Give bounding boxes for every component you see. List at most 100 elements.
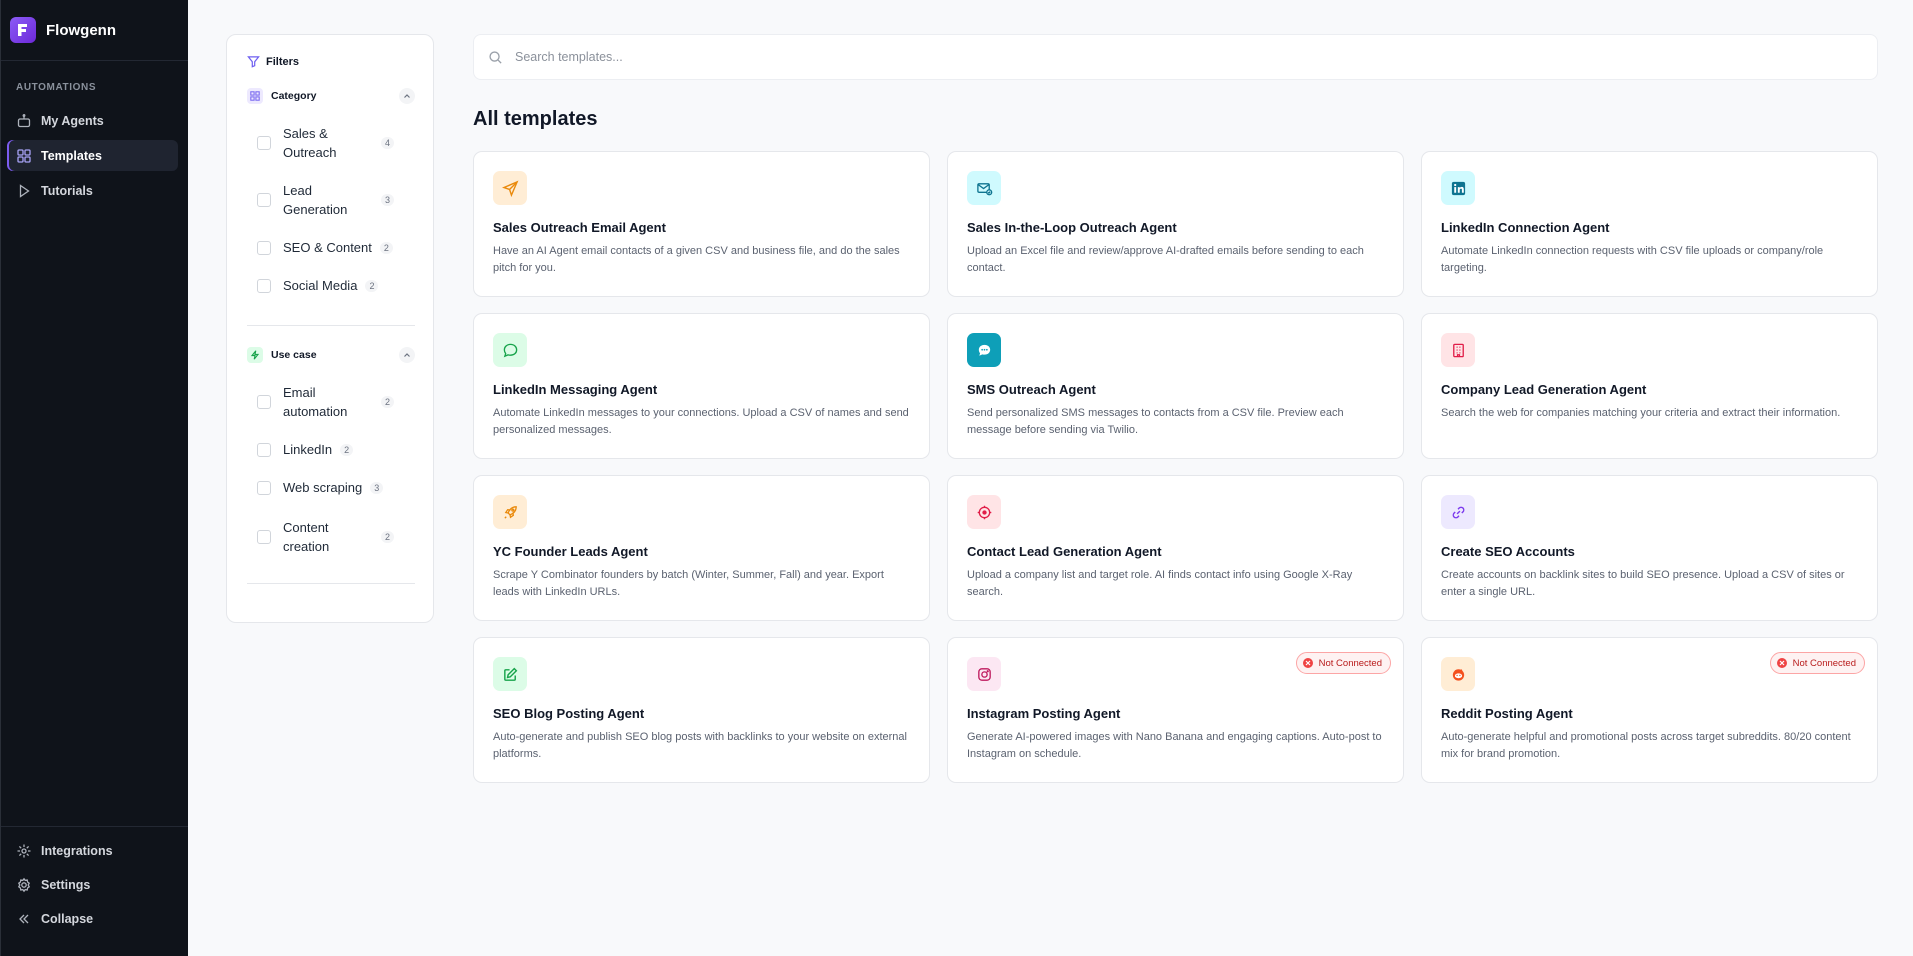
sidebar-item-label: Tutorials (41, 183, 93, 198)
template-card-company-lead-generation[interactable]: Company Lead Generation Agent Search the… (1421, 313, 1878, 459)
filter-option-email-automation[interactable]: Email automation 2 (257, 383, 417, 421)
template-title: Contact Lead Generation Agent (967, 544, 1162, 559)
template-description: Have an AI Agent email contacts of a giv… (493, 245, 900, 274)
robot-icon (17, 113, 31, 127)
template-card-contact-lead-generation[interactable]: Contact Lead Generation Agent Upload a c… (947, 475, 1404, 621)
filter-option-label: Content creation (283, 520, 330, 554)
filter-option-label: Sales & Outreach (283, 126, 337, 160)
sidebar-item-my-agents[interactable]: My Agents (7, 105, 178, 136)
x-circle-icon (1302, 658, 1313, 668)
template-card-linkedin-messaging[interactable]: LinkedIn Messaging Agent Automate Linked… (473, 313, 930, 459)
filter-option-social-media[interactable]: Social Media 2 (257, 276, 417, 295)
message-icon (493, 333, 527, 367)
divider (247, 325, 415, 326)
template-card-seo-blog-posting[interactable]: SEO Blog Posting Agent Auto-generate and… (473, 637, 930, 783)
template-description: Upload an Excel file and review/approve … (967, 245, 1364, 274)
template-title: Sales Outreach Email Agent (493, 220, 666, 235)
template-title: Create SEO Accounts (1441, 544, 1575, 559)
checkbox[interactable] (257, 240, 271, 255)
sidebar-item-label: Collapse (41, 911, 94, 926)
checkbox[interactable] (257, 395, 271, 409)
filter-option-label: LinkedIn (283, 442, 333, 457)
template-description: Scrape Y Combinator founders by batch (W… (493, 569, 884, 598)
brand[interactable]: Flowgenn (1, 0, 188, 61)
link-icon (1441, 495, 1475, 529)
use-case-group-header[interactable]: Use case (247, 347, 415, 363)
sidebar-item-label: My Agents (41, 113, 104, 128)
filter-option-web-scraping[interactable]: Web scraping 3 (257, 478, 417, 497)
search-bar[interactable] (473, 34, 1878, 80)
filter-option-lead-generation[interactable]: Lead Generation 3 (257, 181, 417, 219)
filter-option-label: Web scraping (283, 480, 363, 495)
template-description: Upload a company list and target role. A… (967, 569, 1353, 598)
filter-option-label: Lead Generation (283, 183, 348, 217)
sidebar-item-templates[interactable]: Templates (7, 140, 178, 171)
filter-option-count: 3 (370, 481, 384, 494)
chevrons-left-icon (19, 914, 29, 923)
filter-icon (247, 56, 260, 68)
sidebar-item-integrations[interactable]: Integrations (7, 835, 182, 866)
checkbox[interactable] (257, 480, 271, 495)
building-icon (1441, 333, 1475, 367)
sidebar-bottom: Integrations Settings Collapse (1, 826, 188, 937)
template-card-sales-outreach-email[interactable]: Sales Outreach Email Agent Have an AI Ag… (473, 151, 930, 297)
template-card-instagram-posting[interactable]: Not Connected Instagram Posting Agent Ge… (947, 637, 1404, 783)
filter-option-count: 4 (381, 137, 395, 149)
filter-option-label: Social Media (283, 278, 358, 293)
badge-label: Not Connected (1318, 657, 1382, 669)
template-card-create-seo-accounts[interactable]: Create SEO Accounts Create accounts on b… (1421, 475, 1878, 621)
template-description: Auto-generate helpful and promotional po… (1441, 731, 1851, 760)
sidebar-item-tutorials[interactable]: Tutorials (7, 175, 178, 206)
sidebar-item-settings[interactable]: Settings (7, 869, 182, 900)
linkedin-icon (1441, 171, 1475, 205)
template-card-yc-founder-leads[interactable]: YC Founder Leads Agent Scrape Y Combinat… (473, 475, 930, 621)
sidebar-item-collapse[interactable]: Collapse (7, 903, 182, 934)
target-icon (967, 495, 1001, 529)
search-input[interactable] (515, 50, 1766, 64)
filter-option-label: SEO & Content (283, 240, 372, 255)
template-description: Search the web for companies matching yo… (1441, 407, 1841, 419)
template-title: Instagram Posting Agent (967, 706, 1121, 721)
filters-panel: Filters Category Sales & Outreach 4 Lead… (226, 34, 434, 623)
instagram-icon (967, 657, 1001, 691)
filter-option-label: Email automation (283, 385, 348, 419)
chevron-up-icon[interactable] (399, 347, 415, 363)
filter-option-linkedin[interactable]: LinkedIn 2 (257, 440, 417, 459)
template-description: Automate LinkedIn messages to your conne… (493, 407, 909, 436)
checkbox[interactable] (257, 136, 271, 150)
template-description: Create accounts on backlink sites to bui… (1441, 569, 1845, 598)
not-connected-badge: Not Connected (1295, 652, 1391, 674)
reddit-icon (1441, 657, 1475, 691)
checkbox[interactable] (257, 530, 271, 544)
template-description: Auto-generate and publish SEO blog posts… (493, 731, 907, 760)
checkbox[interactable] (257, 278, 271, 293)
template-card-sms-outreach[interactable]: SMS Outreach Agent Send personalized SMS… (947, 313, 1404, 459)
send-icon (493, 171, 527, 205)
template-card-reddit-posting[interactable]: Not Connected Reddit Posting Agent Auto-… (1421, 637, 1878, 783)
app-name: Flowgenn (46, 21, 116, 39)
filter-option-count: 2 (365, 279, 379, 292)
filter-option-seo-content[interactable]: SEO & Content 2 (257, 238, 417, 257)
filter-option-sales-outreach[interactable]: Sales & Outreach 4 (257, 124, 417, 162)
page-title: All templates (473, 108, 598, 130)
mail-check-icon (967, 171, 1001, 205)
template-description: Send personalized SMS messages to contac… (967, 407, 1344, 436)
template-title: Company Lead Generation Agent (1441, 382, 1647, 397)
template-title: Sales In-the-Loop Outreach Agent (967, 220, 1177, 235)
grid-icon (17, 148, 31, 163)
category-title: Category (271, 90, 317, 102)
checkbox[interactable] (257, 442, 271, 457)
template-description: Generate AI-powered images with Nano Ban… (967, 731, 1382, 760)
template-card-sales-in-the-loop[interactable]: Sales In-the-Loop Outreach Agent Upload … (947, 151, 1404, 297)
sidebar: Flowgenn AUTOMATIONS My Agents Templates… (0, 0, 188, 956)
chevron-up-icon[interactable] (399, 88, 415, 104)
template-title: SEO Blog Posting Agent (493, 706, 645, 721)
template-card-linkedin-connection[interactable]: LinkedIn Connection Agent Automate Linke… (1421, 151, 1878, 297)
template-title: SMS Outreach Agent (967, 382, 1096, 397)
filters-title: Filters (266, 55, 300, 68)
filter-option-count: 3 (381, 194, 395, 206)
filter-option-content-creation[interactable]: Content creation 2 (257, 518, 417, 556)
checkbox[interactable] (257, 193, 271, 207)
category-group-header[interactable]: Category (247, 88, 415, 104)
template-title: YC Founder Leads Agent (493, 544, 648, 559)
